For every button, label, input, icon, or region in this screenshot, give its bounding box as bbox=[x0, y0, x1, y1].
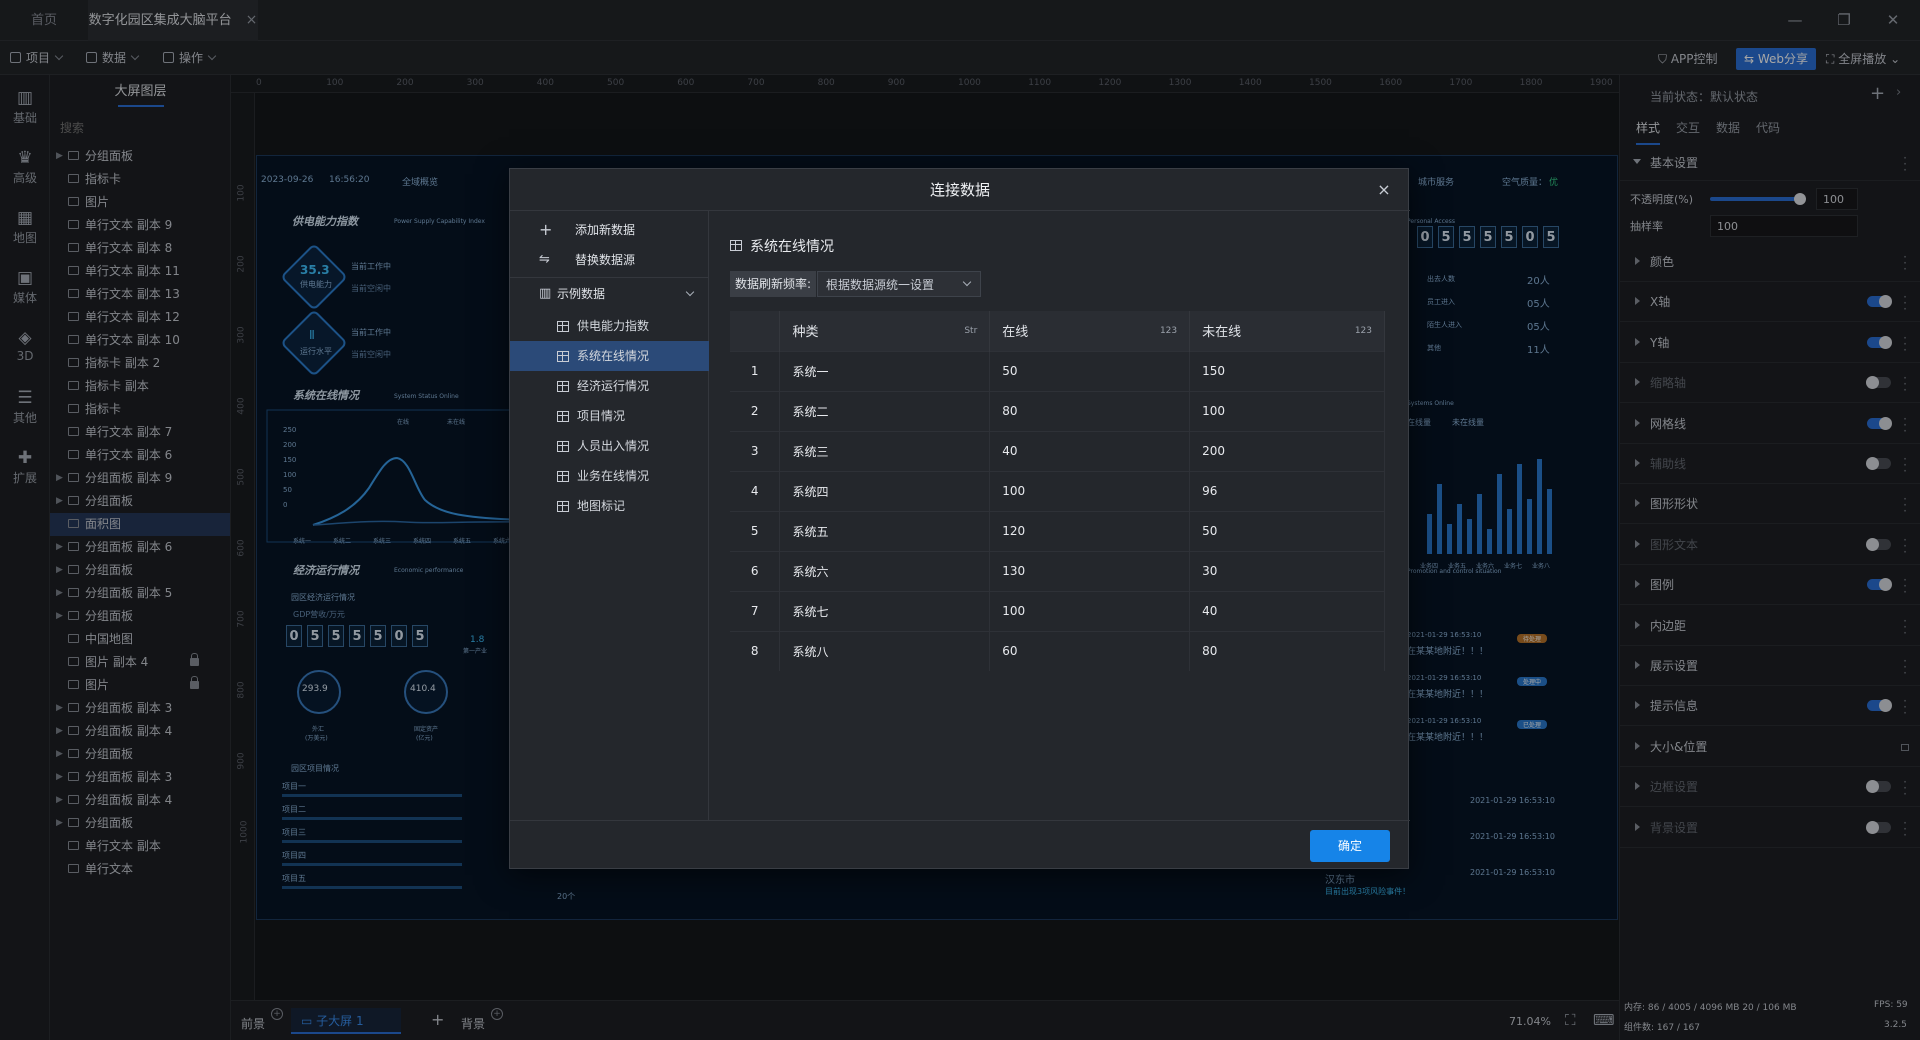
column-offline-label: 未在线 bbox=[1202, 325, 1242, 341]
dataset-item[interactable]: 业务在线情况 bbox=[510, 461, 709, 491]
row-index: 7 bbox=[730, 590, 781, 631]
cell-online[interactable]: 80 bbox=[989, 390, 1191, 431]
refresh-frequency-select[interactable]: 根据数据源统一设置 bbox=[817, 271, 981, 297]
dataset-item-label: 人员出入情况 bbox=[577, 439, 650, 453]
cell-offline[interactable]: 80 bbox=[1189, 630, 1385, 671]
cell-online[interactable]: 60 bbox=[989, 630, 1191, 671]
dataset-item-label: 供电能力指数 bbox=[577, 319, 650, 333]
column-online-label: 在线 bbox=[1002, 325, 1029, 341]
dataset-item-label: 项目情况 bbox=[577, 409, 626, 423]
table-icon bbox=[730, 240, 742, 251]
dataset-item-label: 地图标记 bbox=[577, 499, 626, 513]
cell-offline[interactable]: 150 bbox=[1189, 350, 1385, 391]
cell-kind[interactable]: 系统一 bbox=[779, 350, 991, 391]
cell-offline[interactable]: 200 bbox=[1189, 430, 1385, 471]
table-icon bbox=[557, 411, 569, 422]
table-icon bbox=[557, 321, 569, 332]
cell-online[interactable]: 100 bbox=[989, 470, 1191, 511]
table-body: 1 系统一 50 150 2 系统二 80 100 3 系统三 40 200 4 系统四 100 96 5 系统五… bbox=[730, 350, 1385, 671]
chevron-down-icon bbox=[685, 287, 695, 297]
dataset-item-label: 业务在线情况 bbox=[577, 469, 650, 483]
index-column-header bbox=[730, 311, 781, 351]
cell-online[interactable]: 100 bbox=[989, 590, 1191, 631]
refresh-frequency-value: 根据数据源统一设置 bbox=[826, 278, 935, 292]
number-type-icon: 123 bbox=[1354, 326, 1372, 336]
dataset-item-label: 系统在线情况 bbox=[577, 349, 650, 363]
column-header-offline[interactable]: 未在线 123 bbox=[1189, 311, 1385, 351]
row-index: 3 bbox=[730, 430, 781, 471]
cell-online[interactable]: 50 bbox=[989, 350, 1191, 391]
cell-kind[interactable]: 系统三 bbox=[779, 430, 991, 471]
table-icon bbox=[557, 471, 569, 482]
data-table: 种类 Str 在线 123 未在线 123 1 系统一 50 150 2 系统二 80 100 3 系统… bbox=[730, 311, 1385, 671]
dialog-title: 连接数据 bbox=[510, 169, 1410, 211]
table-row: 2 系统二 80 100 bbox=[730, 390, 1385, 431]
row-index: 1 bbox=[730, 350, 781, 391]
table-icon bbox=[557, 441, 569, 452]
cell-offline[interactable]: 96 bbox=[1189, 470, 1385, 511]
table-icon bbox=[557, 501, 569, 512]
cell-offline[interactable]: 30 bbox=[1189, 550, 1385, 591]
row-index: 4 bbox=[730, 470, 781, 511]
dataset-item[interactable]: 人员出入情况 bbox=[510, 431, 709, 461]
table-row: 8 系统八 60 80 bbox=[730, 630, 1385, 671]
table-row: 4 系统四 100 96 bbox=[730, 470, 1385, 511]
cell-kind[interactable]: 系统七 bbox=[779, 590, 991, 631]
cell-offline[interactable]: 100 bbox=[1189, 390, 1385, 431]
cell-kind[interactable]: 系统六 bbox=[779, 550, 991, 591]
row-index: 2 bbox=[730, 390, 781, 431]
dataset-title: 系统在线情况 bbox=[750, 239, 834, 255]
cell-kind[interactable]: 系统五 bbox=[779, 510, 991, 551]
dataset-sidebar: + 添加新数据 ⇋ 替换数据源 ▥ 示例数据 供电能力指数 系统在线情况 经济运行情… bbox=[510, 211, 709, 820]
table-row: 7 系统七 100 40 bbox=[730, 590, 1385, 631]
bar-chart-icon: ▥ bbox=[539, 286, 552, 301]
cell-kind[interactable]: 系统四 bbox=[779, 470, 991, 511]
swap-icon: ⇋ bbox=[539, 252, 550, 267]
add-new-data-button[interactable]: + 添加新数据 bbox=[510, 215, 709, 245]
table-icon bbox=[557, 351, 569, 362]
number-type-icon: 123 bbox=[1159, 326, 1178, 336]
connect-data-dialog: 连接数据 × + 添加新数据 ⇋ 替换数据源 ▥ 示例数据 供电能力指数 系统在线… bbox=[509, 168, 1410, 870]
row-index: 6 bbox=[730, 550, 781, 591]
column-header-online[interactable]: 在线 123 bbox=[989, 311, 1191, 351]
row-index: 8 bbox=[730, 630, 781, 671]
cell-online[interactable]: 130 bbox=[989, 550, 1191, 591]
string-type-icon: Str bbox=[964, 326, 978, 336]
refresh-frequency-label: 数据刷新频率: bbox=[730, 271, 817, 297]
replace-source-button[interactable]: ⇋ 替换数据源 bbox=[510, 245, 709, 275]
table-icon bbox=[557, 381, 569, 392]
close-icon[interactable]: × bbox=[1374, 180, 1394, 200]
table-row: 5 系统五 120 50 bbox=[730, 510, 1385, 551]
replace-source-label: 替换数据源 bbox=[575, 253, 636, 267]
table-row: 3 系统三 40 200 bbox=[730, 430, 1385, 471]
cell-online[interactable]: 120 bbox=[989, 510, 1191, 551]
sample-data-label: 示例数据 bbox=[557, 287, 606, 301]
cell-kind[interactable]: 系统八 bbox=[779, 630, 991, 671]
table-header: 种类 Str 在线 123 未在线 123 bbox=[730, 311, 1385, 351]
dataset-item-label: 经济运行情况 bbox=[577, 379, 650, 393]
sample-data-group[interactable]: ▥ 示例数据 bbox=[510, 279, 709, 309]
cell-online[interactable]: 40 bbox=[989, 430, 1191, 471]
dataset-preview: 系统在线情况 数据刷新频率: 根据数据源统一设置 种类 Str 在线 123 未在线… bbox=[709, 211, 1408, 820]
dataset-item[interactable]: 经济运行情况 bbox=[510, 371, 709, 401]
dataset-item[interactable]: 地图标记 bbox=[510, 491, 709, 521]
chevron-down-icon bbox=[962, 277, 972, 287]
table-row: 6 系统六 130 30 bbox=[730, 550, 1385, 591]
row-index: 5 bbox=[730, 510, 781, 551]
table-row: 1 系统一 50 150 bbox=[730, 350, 1385, 391]
column-kind-label: 种类 bbox=[792, 325, 819, 341]
plus-icon: + bbox=[539, 220, 553, 239]
cell-offline[interactable]: 50 bbox=[1189, 510, 1385, 551]
dialog-footer: 确定 bbox=[510, 820, 1410, 870]
column-header-kind[interactable]: 种类 Str bbox=[779, 311, 991, 351]
cell-offline[interactable]: 40 bbox=[1189, 590, 1385, 631]
dataset-item[interactable]: 供电能力指数 bbox=[510, 311, 709, 341]
divider bbox=[510, 277, 709, 278]
add-new-data-label: 添加新数据 bbox=[575, 223, 636, 237]
confirm-button[interactable]: 确定 bbox=[1310, 830, 1390, 862]
dataset-item[interactable]: 系统在线情况 bbox=[510, 341, 709, 371]
cell-kind[interactable]: 系统二 bbox=[779, 390, 991, 431]
dataset-item[interactable]: 项目情况 bbox=[510, 401, 709, 431]
